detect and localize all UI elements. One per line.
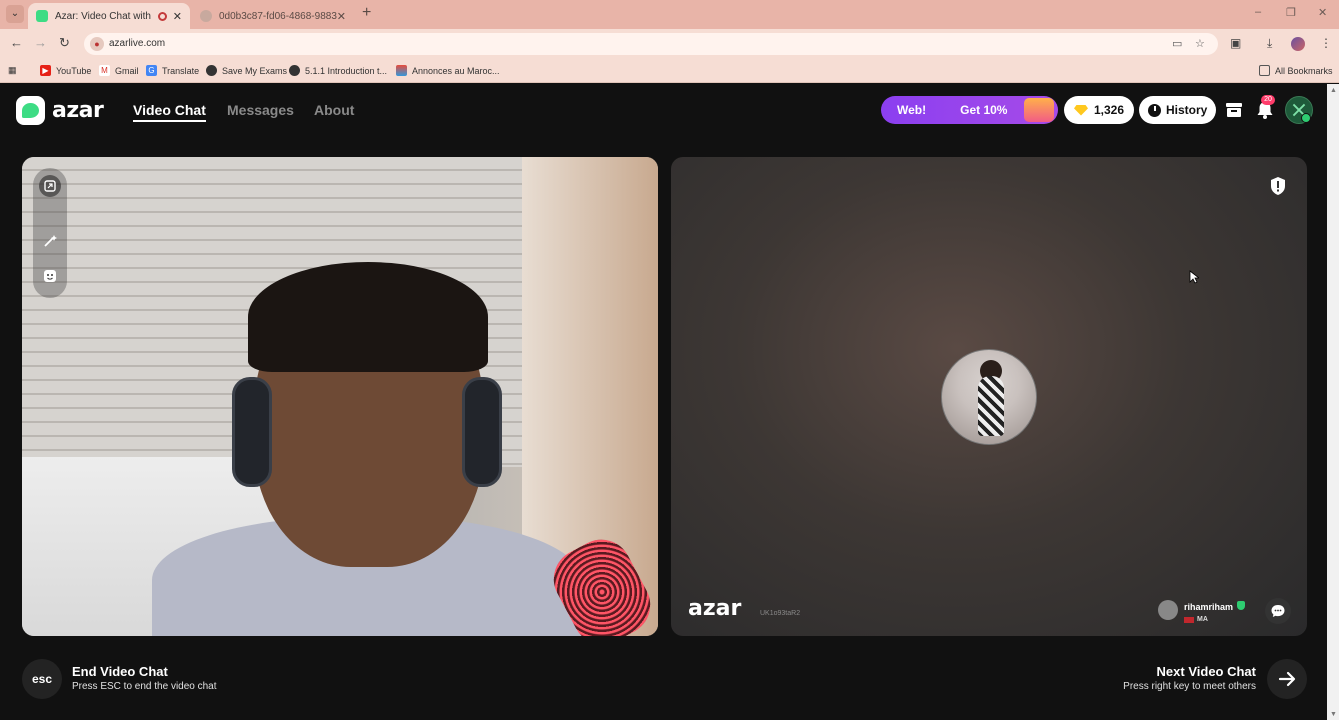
gem-icon bbox=[1074, 104, 1088, 116]
peer-photo-body bbox=[978, 376, 1004, 436]
reload-icon[interactable]: ↻ bbox=[59, 35, 70, 51]
next-chat-title: Next Video Chat bbox=[1156, 664, 1256, 679]
next-chat-button[interactable] bbox=[1267, 659, 1307, 699]
minimize-icon[interactable]: – bbox=[1255, 6, 1261, 18]
next-chat-hint: Press right key to meet others bbox=[1123, 681, 1256, 692]
end-chat-button[interactable]: esc bbox=[22, 659, 62, 699]
user-hair bbox=[248, 262, 488, 372]
extensions-icon[interactable]: ▣ bbox=[1230, 36, 1241, 50]
sticker-icon[interactable] bbox=[39, 265, 61, 287]
tab-file[interactable]: 0d0b3c87-fd06-4868-9883-da ✕ bbox=[192, 3, 354, 29]
nav-video-chat[interactable]: Video Chat bbox=[133, 102, 206, 122]
apps-grid-icon[interactable]: ▦ bbox=[8, 65, 17, 76]
new-tab-button[interactable]: + bbox=[362, 4, 371, 22]
online-status-dot bbox=[1301, 113, 1311, 123]
nav-messages[interactable]: Messages bbox=[227, 102, 294, 118]
promo-banner[interactable]: Web! Get 10% bbox=[881, 96, 1058, 124]
verified-shield-icon bbox=[1237, 601, 1246, 610]
forward-icon[interactable]: → bbox=[34, 35, 47, 50]
bookmark-save-my-exams[interactable]: Save My Exams bbox=[206, 65, 287, 76]
end-chat-hint: Press ESC to end the video chat bbox=[72, 681, 217, 692]
translate-icon: G bbox=[146, 65, 157, 76]
url-text: azarlive.com bbox=[109, 38, 166, 49]
end-chat-title: End Video Chat bbox=[72, 664, 168, 679]
profile-avatar[interactable] bbox=[1291, 37, 1305, 51]
peer-id: UK1o93taR2 bbox=[760, 610, 801, 617]
azar-app: azar Video Chat Messages About Web! Get … bbox=[0, 84, 1327, 720]
tab-title: 0d0b3c87-fd06-4868-9883-da bbox=[219, 10, 337, 22]
magic-wand-icon[interactable] bbox=[39, 230, 61, 252]
globe-icon bbox=[289, 65, 300, 76]
page-scrollbar[interactable]: ▲ ▼ bbox=[1327, 84, 1339, 720]
tab-search-button[interactable]: ⌄ bbox=[6, 5, 24, 23]
chat-bubble-icon[interactable] bbox=[1265, 598, 1291, 624]
site-info-icon[interactable]: ● bbox=[90, 37, 104, 51]
address-bar[interactable]: ● azarlive.com ▭ ☆ bbox=[84, 33, 1218, 55]
all-bookmarks[interactable]: All Bookmarks bbox=[1259, 65, 1333, 76]
youtube-icon: ▶ bbox=[40, 65, 51, 76]
scroll-down-icon[interactable]: ▼ bbox=[1330, 711, 1337, 718]
azar-logo[interactable]: azar bbox=[16, 96, 104, 125]
tab-azar[interactable]: Azar: Video Chat with New ✕ bbox=[28, 3, 190, 29]
recording-icon bbox=[157, 11, 167, 21]
azar-watermark: azar bbox=[688, 596, 742, 621]
arrow-right-icon bbox=[1278, 671, 1296, 687]
cast-icon[interactable]: ▭ bbox=[1172, 37, 1182, 50]
peer-country: MA bbox=[1197, 616, 1208, 623]
gmail-icon: M bbox=[99, 65, 110, 76]
azar-favicon-icon bbox=[36, 10, 48, 22]
bookmark-annonces[interactable]: Annonces au Maroc... bbox=[396, 65, 500, 76]
gift-box-icon bbox=[1024, 98, 1054, 122]
headphone-right bbox=[462, 377, 502, 487]
notification-badge: 20 bbox=[1261, 95, 1275, 105]
bookmark-star-icon[interactable]: ☆ bbox=[1195, 37, 1205, 50]
close-tab-icon[interactable]: ✕ bbox=[337, 10, 346, 23]
store-icon[interactable] bbox=[1223, 99, 1245, 121]
menu-icon[interactable]: ⋮ bbox=[1320, 36, 1332, 50]
folder-icon bbox=[1259, 65, 1270, 76]
peer-username: rihamriham bbox=[1184, 602, 1234, 612]
scroll-up-icon[interactable]: ▲ bbox=[1330, 87, 1337, 94]
swap-view-icon[interactable] bbox=[39, 175, 61, 197]
browser-tabstrip: ⌄ Azar: Video Chat with New ✕ 0d0b3c87-f… bbox=[0, 0, 1339, 29]
globe-icon bbox=[200, 10, 212, 22]
bookmark-introduction[interactable]: 5.1.1 Introduction t... bbox=[289, 65, 387, 76]
bookmark-youtube[interactable]: ▶ YouTube bbox=[40, 65, 91, 76]
peer-video-panel: azar UK1o93taR2 rihamriham MA bbox=[671, 157, 1307, 636]
morocco-flag-icon bbox=[1184, 616, 1194, 623]
history-button[interactable]: History bbox=[1139, 96, 1217, 124]
nav-about[interactable]: About bbox=[314, 102, 354, 118]
bookmarks-bar: ▦ ▶ YouTube M Gmail G Translate Save My Exa… bbox=[0, 59, 1339, 83]
download-icon[interactable]: ⤓ bbox=[1267, 36, 1272, 51]
bookmark-gmail[interactable]: M Gmail bbox=[99, 65, 139, 76]
close-tab-icon[interactable]: ✕ bbox=[173, 10, 182, 23]
back-icon[interactable]: ← bbox=[10, 35, 23, 50]
close-window-icon[interactable]: ✕ bbox=[1318, 6, 1327, 19]
peer-user-info[interactable]: rihamriham MA bbox=[1158, 596, 1246, 624]
peer-avatar bbox=[1158, 600, 1178, 620]
shop-icon bbox=[396, 65, 407, 76]
azar-logo-icon bbox=[16, 96, 45, 125]
bookmark-translate[interactable]: G Translate bbox=[146, 65, 199, 76]
tab-title: Azar: Video Chat with New bbox=[55, 10, 152, 22]
report-shield-icon[interactable] bbox=[1269, 176, 1287, 196]
video-tools-bar bbox=[33, 168, 67, 298]
peer-profile-photo bbox=[941, 349, 1037, 445]
my-video-panel bbox=[22, 157, 658, 636]
globe-icon bbox=[206, 65, 217, 76]
clock-icon bbox=[1148, 103, 1161, 117]
gems-balance-button[interactable]: 1,326 bbox=[1064, 96, 1135, 124]
headphone-left bbox=[232, 377, 272, 487]
restore-icon[interactable]: ❐ bbox=[1286, 6, 1296, 19]
mouse-cursor-icon bbox=[1189, 270, 1199, 284]
browser-toolbar: ← → ↻ ● azarlive.com ▭ ☆ ▣ ⤓ ⋮ bbox=[0, 29, 1339, 59]
